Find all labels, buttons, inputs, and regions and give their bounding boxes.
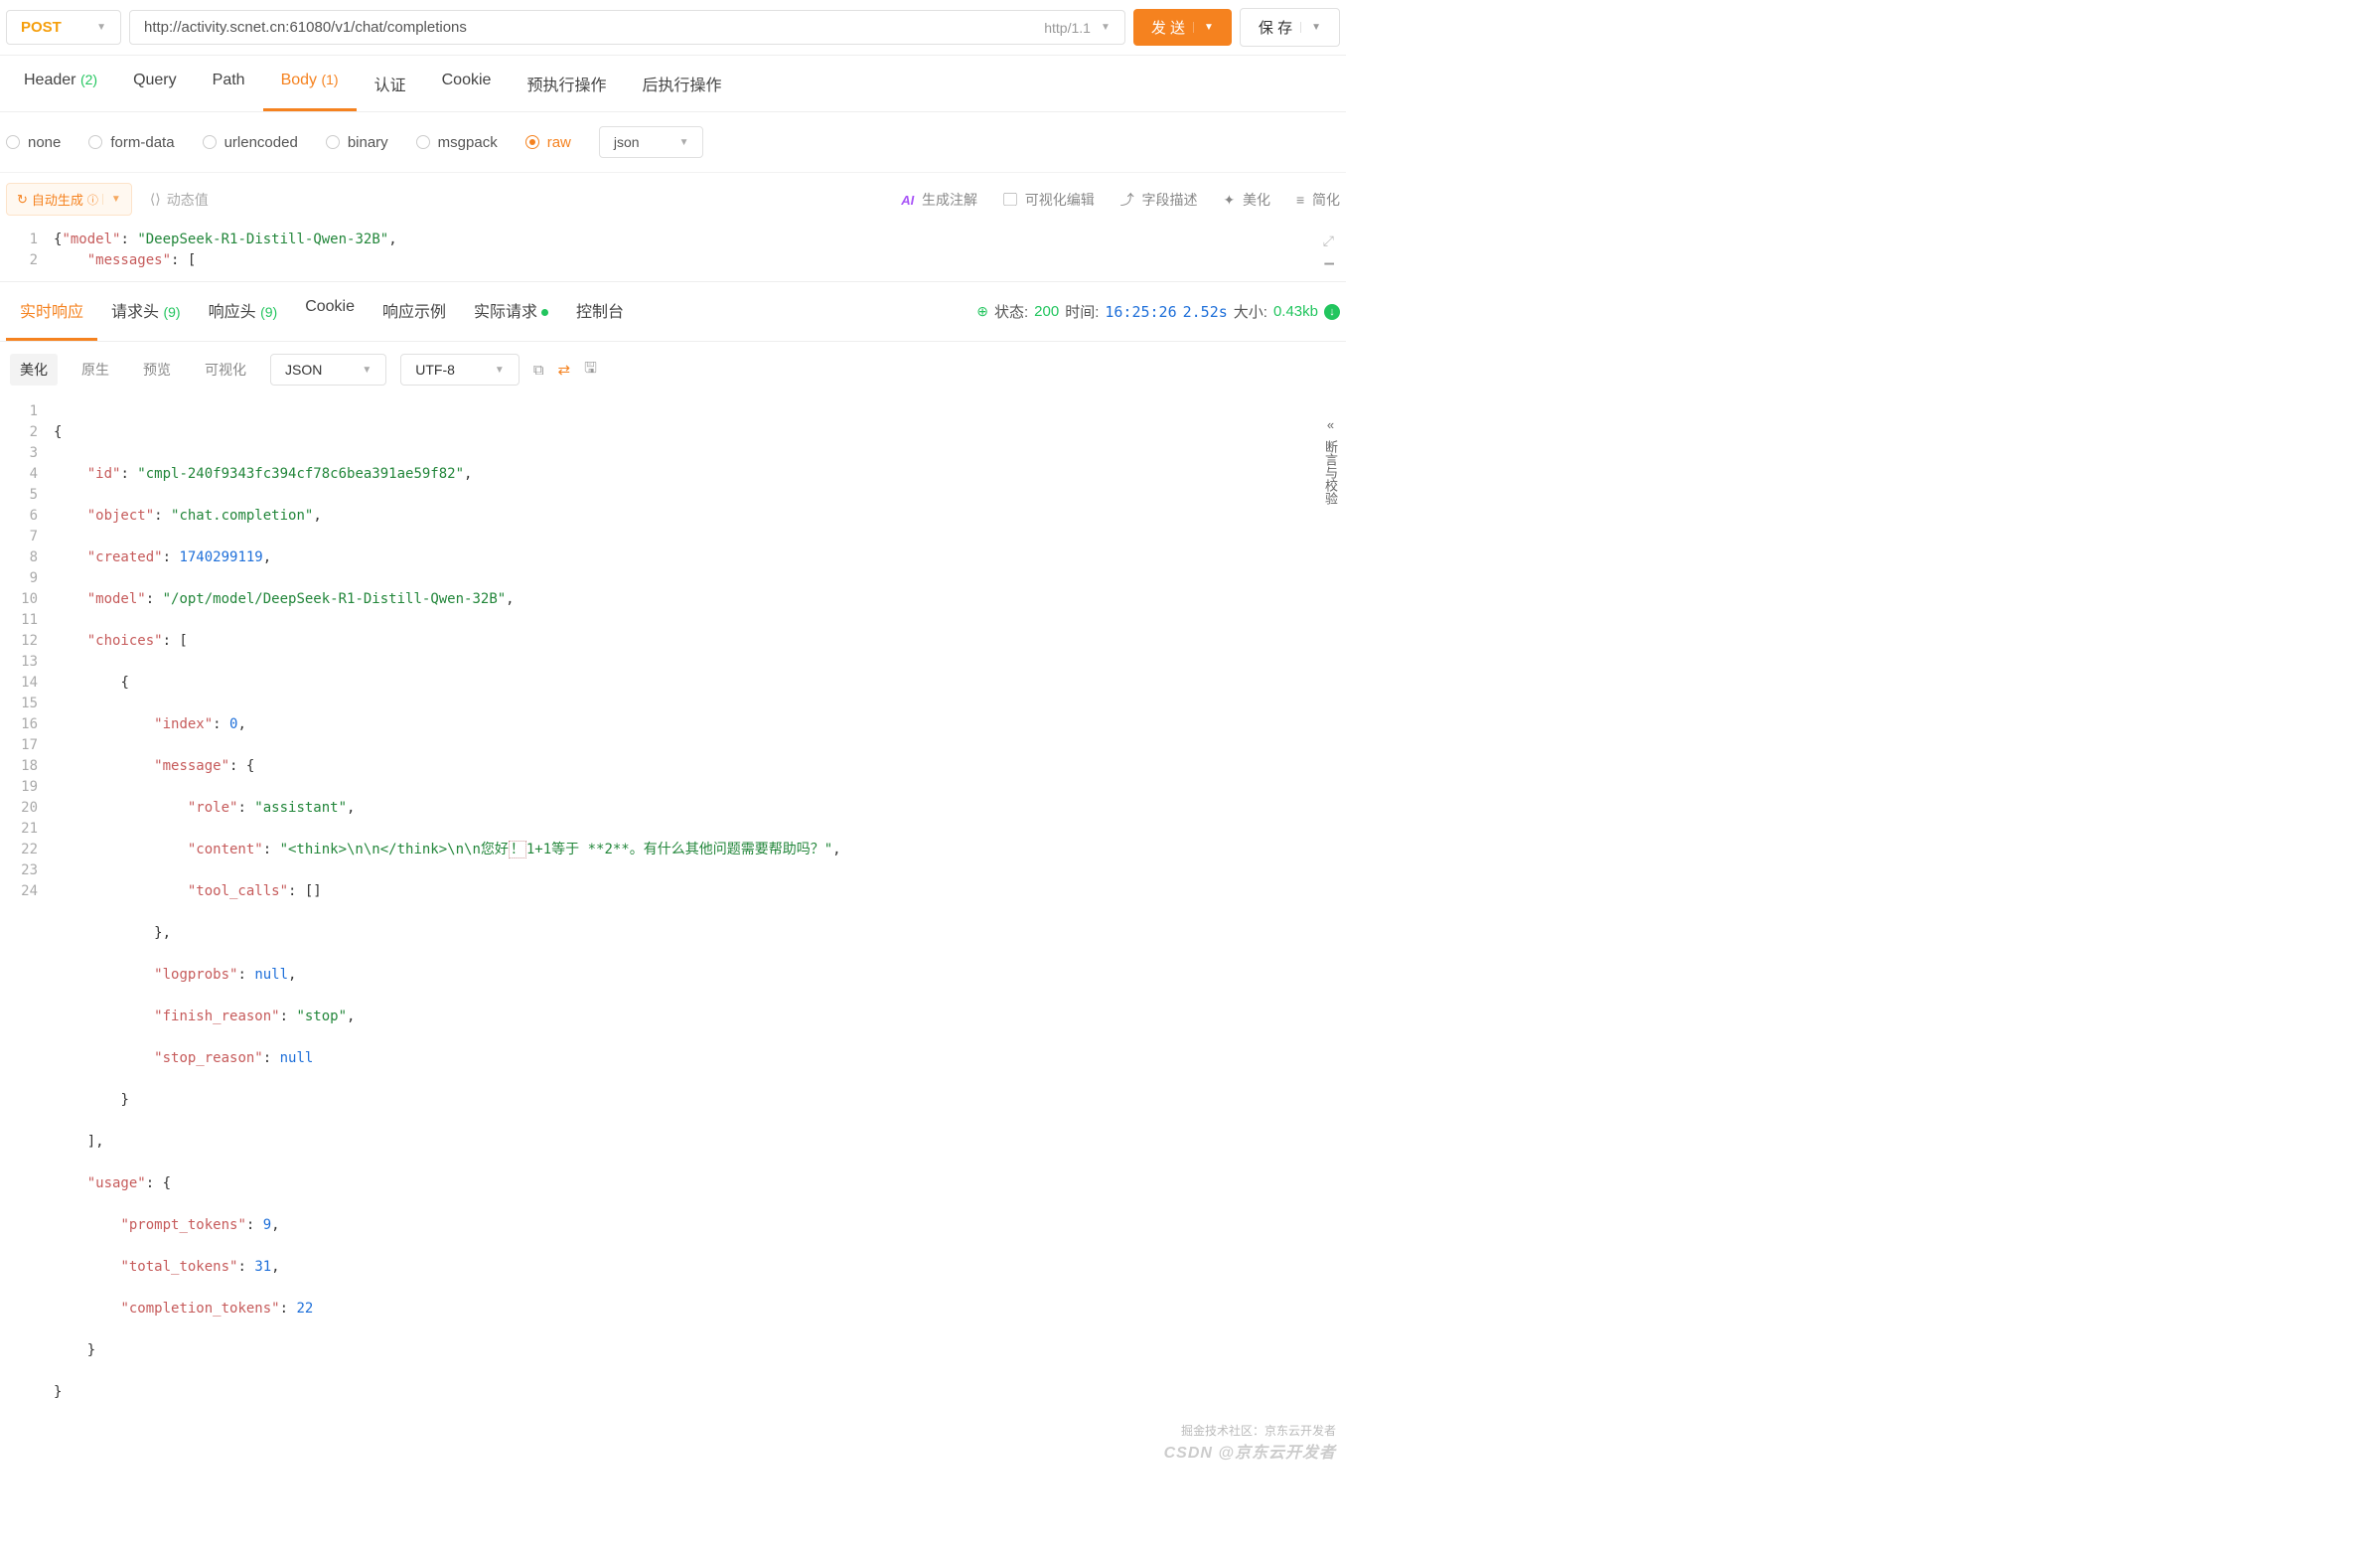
radio-urlencoded[interactable]: urlencoded [203,134,298,151]
status-dot-icon [541,309,548,316]
tab-pre-exec[interactable]: 预执行操作 [509,56,624,111]
code-content[interactable]: {"model": "DeepSeek-R1-Distill-Qwen-32B"… [54,230,1346,271]
tab-post-exec[interactable]: 后执行操作 [624,56,739,111]
chevron-left-icon: « [1327,417,1334,432]
tab-response-headers[interactable]: 响应头 (9) [195,282,292,341]
url-input[interactable]: http://activity.scnet.cn:61080/v1/chat/c… [129,10,1125,45]
status-time: 16:25:26 [1105,303,1176,321]
request-toolbar: ↻ 自动生成 ⓘ ▼ ⟨⟩ 动态值 AI 生成注解 ▢ 可视化编辑 ⤴ 字段描述… [0,173,1346,226]
request-top-bar: POST ▼ http://activity.scnet.cn:61080/v1… [0,0,1346,56]
response-body-viewer[interactable]: 123456789101112131415161718192021222324 … [0,397,1346,1465]
response-tabs-bar: 实时响应 请求头 (9) 响应头 (9) Cookie 响应示例 实际请求 控制… [0,281,1346,342]
globe-icon: ⊕ [976,303,988,320]
request-body-editor[interactable]: 12 {"model": "DeepSeek-R1-Distill-Qwen-3… [0,226,1346,275]
line-gutter: 12 [0,230,54,271]
radio-raw[interactable]: raw [525,134,571,151]
radio-icon [416,135,430,149]
response-status-info: ⊕ 状态: 200 时间: 16:25:26 2.52s 大小: 0.43kb … [976,301,1340,322]
view-raw[interactable]: 原生 [72,354,119,386]
line-gutter: 123456789101112131415161718192021222324 [0,401,54,1445]
tag-icon: ⟨⟩ [150,191,161,208]
send-button[interactable]: 发 送 ▼ [1133,9,1232,46]
tab-cookie[interactable]: Cookie [424,56,510,111]
save-button[interactable]: 保 存 ▼ [1240,8,1340,47]
tab-header[interactable]: Header (2) [6,56,115,111]
chevron-down-icon: ▼ [495,365,505,376]
visual-edit-button[interactable]: ▢ 可视化编辑 [1003,190,1095,210]
tab-realtime-response[interactable]: 实时响应 [6,282,97,341]
status-size: 0.43kb [1273,303,1318,320]
beautify-button[interactable]: ✦ 美化 [1224,190,1271,210]
chevron-down-icon[interactable]: ▼ [102,194,121,205]
copy-icon[interactable]: ⧉ [533,362,544,379]
body-format-select[interactable]: json ▼ [599,126,704,158]
radio-msgpack[interactable]: msgpack [416,134,498,151]
collapse-icon[interactable]: — [1324,253,1334,272]
encoding-select[interactable]: UTF-8▼ [400,354,520,386]
wand-icon: ✦ [1224,192,1236,208]
method-text: POST [21,19,62,36]
url-text: http://activity.scnet.cn:61080/v1/chat/c… [144,19,467,36]
method-select[interactable]: POST ▼ [6,10,121,45]
radio-none[interactable]: none [6,134,61,151]
field-desc-button[interactable]: ⤴ 字段描述 [1120,190,1198,210]
radio-binary[interactable]: binary [326,134,388,151]
view-preview[interactable]: 预览 [133,354,181,386]
save-icon[interactable]: 🖫 [584,358,597,383]
radio-icon [203,135,217,149]
radio-icon [326,135,340,149]
watermark: 掘金技术社区：京东云开发者 CSDN @京东云开发者 [1164,1422,1336,1463]
chevron-down-icon: ▼ [679,137,689,148]
request-tabs: Header (2) Query Path Body (1) 认证 Cookie… [0,56,1346,112]
chevron-down-icon: ▼ [362,365,372,376]
wrap-icon[interactable]: ⇄ [558,361,571,379]
download-icon[interactable]: ↓ [1324,304,1340,320]
tab-auth[interactable]: 认证 [357,56,424,111]
tab-query[interactable]: Query [115,56,195,111]
body-type-row: none form-data urlencoded binary msgpack… [0,112,1346,173]
http-version-select[interactable]: http/1.1 ▼ [1044,20,1111,36]
ai-annotate-button[interactable]: AI 生成注解 [901,190,977,210]
response-view-controls: 美化 原生 预览 可视化 JSON▼ UTF-8▼ ⧉ ⇄ 🖫 [0,342,1346,397]
simplify-button[interactable]: ≡ 简化 [1296,190,1340,210]
status-code: 200 [1034,303,1059,320]
upload-icon: ⤴ [1120,192,1134,208]
assertion-panel-toggle[interactable]: « 断言与校验 [1315,409,1346,513]
tab-path[interactable]: Path [195,56,263,111]
tab-body[interactable]: Body (1) [263,56,357,111]
chevron-down-icon[interactable]: ▼ [1300,22,1321,33]
refresh-icon: ↻ [17,192,28,208]
auto-generate-button[interactable]: ↻ 自动生成 ⓘ ▼ [6,183,132,216]
chevron-down-icon: ▼ [96,22,106,33]
view-beautify[interactable]: 美化 [10,354,58,386]
tab-actual-request[interactable]: 实际请求 [460,282,562,341]
radio-icon [88,135,102,149]
tab-console[interactable]: 控制台 [562,282,638,341]
tab-request-headers[interactable]: 请求头 (9) [97,282,195,341]
tab-response-cookie[interactable]: Cookie [291,282,369,341]
format-select[interactable]: JSON▼ [270,354,386,386]
ai-icon: AI [901,193,914,208]
view-visual[interactable]: 可视化 [195,354,256,386]
radio-form-data[interactable]: form-data [88,134,174,151]
chevron-down-icon[interactable]: ▼ [1193,22,1214,33]
expand-icon[interactable]: ⤢ [1323,233,1334,249]
radio-icon [6,135,20,149]
dynamic-value-button[interactable]: ⟨⟩ 动态值 [150,190,209,210]
chevron-down-icon: ▼ [1101,22,1111,33]
help-icon: ⓘ [87,192,98,208]
list-icon: ≡ [1296,192,1304,208]
response-code-content[interactable]: { "id": "cmpl-240f9343fc394cf78c6bea391a… [54,401,1346,1445]
edit-icon: ▢ [1003,192,1017,208]
radio-icon [525,135,539,149]
tab-response-example[interactable]: 响应示例 [369,282,460,341]
status-duration: 2.52s [1183,303,1228,321]
